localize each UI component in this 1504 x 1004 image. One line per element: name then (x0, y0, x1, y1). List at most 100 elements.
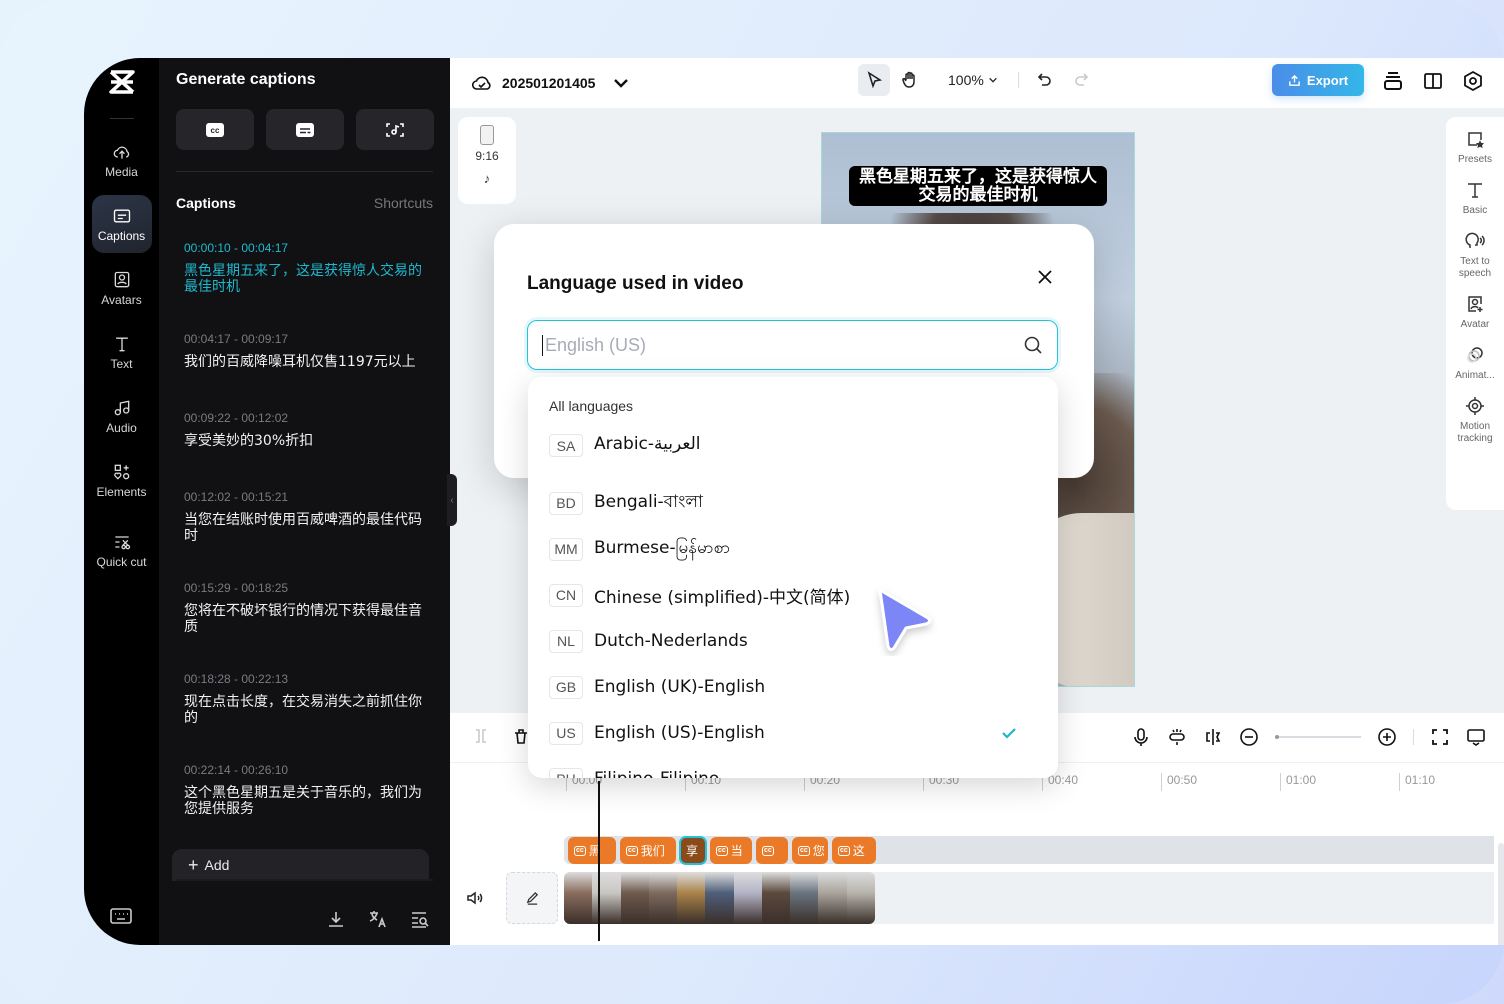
video-caption-overlay[interactable]: 黑色星期五来了，这是获得惊人交易的最佳时机 (849, 166, 1107, 206)
rail-item-text[interactable]: Text (92, 323, 152, 381)
avatar-tab[interactable]: Avatar (1461, 294, 1489, 331)
search-icon[interactable] (1023, 335, 1043, 355)
clip-text: 享 (686, 844, 699, 858)
caption-text[interactable]: 现在点击长度，在交易消失之前抓住你的 (184, 694, 429, 726)
link-clips-icon[interactable] (1167, 727, 1187, 747)
caption-clip[interactable]: cc (756, 837, 788, 864)
rail-item-audio[interactable]: Audio (92, 387, 152, 445)
caption-clip[interactable]: cc 当 (710, 837, 752, 864)
shortcuts-link[interactable]: Shortcuts (374, 195, 433, 211)
snap-icon[interactable] (1203, 727, 1223, 747)
ruler-tick-label: 00:50 (1161, 773, 1197, 791)
volume-icon[interactable] (466, 889, 484, 907)
rail-item-quick-cut[interactable]: Quick cut (92, 515, 152, 585)
video-clip[interactable] (564, 872, 875, 924)
split-icon[interactable] (472, 727, 490, 745)
caption-clip[interactable]: cc 您 (792, 837, 828, 864)
translate-icon[interactable] (368, 909, 388, 929)
rail-item-captions[interactable]: Captions (91, 195, 152, 253)
caption-item[interactable]: 00:18:28 - 00:22:13 现在点击长度，在交易消失之前抓住你的 (184, 672, 429, 726)
caption-item[interactable]: 00:00:10 - 00:04:17 黑色星期五来了，这是获得惊人交易的最佳时机 (184, 241, 429, 295)
presets-tab[interactable]: Presets (1458, 129, 1492, 166)
aspect-ratio-label[interactable]: 9:16 (475, 149, 498, 163)
rail-item-media[interactable]: Media (92, 131, 152, 189)
zoom-out-icon[interactable] (1239, 727, 1259, 747)
rail-item-avatars[interactable]: Avatars (92, 259, 152, 317)
split-view-icon[interactable] (1422, 70, 1444, 92)
caption-text[interactable]: 享受美妙的30%折扣 (184, 433, 429, 449)
zoom-dropdown[interactable]: 100% (948, 72, 998, 88)
caption-clip[interactable]: 享 (679, 836, 707, 865)
rail-label: Quick cut (96, 554, 147, 569)
language-option[interactable]: US English (US)-English (549, 710, 1038, 756)
fullscreen-icon[interactable] (1430, 727, 1450, 747)
subtitle-file-button[interactable] (266, 109, 344, 150)
caption-item[interactable]: 00:09:22 - 00:12:02 享受美妙的30%折扣 (184, 411, 429, 449)
language-option[interactable]: BD Bengali-বাংলা (549, 480, 1038, 526)
language-option[interactable]: PH Filipino-Filipino (549, 756, 1038, 778)
language-name: Arabic-العربية (594, 434, 701, 454)
undo-button[interactable] (1029, 64, 1061, 96)
phone-ratio-icon[interactable] (480, 125, 494, 145)
download-icon[interactable] (326, 909, 346, 929)
caption-text[interactable]: 当您在结账时使用百威啤酒的最佳代码时 (184, 512, 429, 544)
keyboard-icon[interactable] (110, 907, 132, 925)
caption-clip[interactable]: cc 黑 (568, 837, 616, 864)
country-code-badge: GB (549, 675, 583, 699)
close-icon[interactable] (1036, 268, 1054, 286)
caption-text[interactable]: 您将在不破坏银行的情况下获得最佳音质 (184, 603, 429, 635)
language-option[interactable]: SA Arabic-العربية (549, 429, 1038, 465)
cc-icon: cc (206, 122, 224, 137)
video-thumbnail (733, 872, 762, 924)
caption-item[interactable]: 00:04:17 - 00:09:17 我们的百威降噪耳机仅售1197元以上 (184, 332, 429, 370)
timeline-scrollbar[interactable] (1498, 843, 1504, 945)
lyrics-recognition-button[interactable] (356, 109, 434, 150)
zoom-in-icon[interactable] (1377, 727, 1397, 747)
video-thumbnail (620, 872, 649, 924)
motion-tracking-tab[interactable]: Motion tracking (1453, 396, 1497, 445)
caption-clip[interactable]: cc 我们 (620, 837, 676, 864)
music-note-icon (114, 400, 129, 415)
redo-button[interactable] (1065, 64, 1097, 96)
caption-item[interactable]: 00:22:14 - 00:26:10 这个黑色星期五是关于音乐的，我们为您提供服… (184, 763, 429, 817)
caption-text[interactable]: 黑色星期五来了，这是获得惊人交易的最佳时机 (184, 263, 429, 295)
language-option[interactable]: NL Dutch-Nederlands (549, 618, 1038, 664)
caption-text[interactable]: 这个黑色星期五是关于音乐的，我们为您提供服务 (184, 785, 429, 817)
export-button[interactable]: Export (1272, 64, 1364, 96)
playhead[interactable] (598, 781, 600, 941)
collapse-panel-handle[interactable]: ‹ (447, 474, 457, 526)
language-option[interactable]: MM Burmese-မြန်မာစာ (549, 526, 1038, 572)
language-search-input[interactable] (542, 334, 1023, 356)
rail-item-elements[interactable]: Elements (92, 451, 152, 509)
avatar-icon (114, 271, 129, 287)
language-search-field[interactable] (527, 320, 1058, 370)
basic-tab[interactable]: Basic (1463, 180, 1487, 217)
caption-clip[interactable]: cc 这 (832, 837, 876, 864)
select-tool[interactable] (858, 64, 890, 96)
animation-tab[interactable]: Animat... (1455, 345, 1495, 382)
speaking-head-icon (1465, 232, 1485, 248)
caption-text[interactable]: 我们的百威降噪耳机仅售1197元以上 (184, 354, 429, 370)
language-option[interactable]: GB English (UK)-English (549, 664, 1038, 710)
search-list-icon[interactable] (410, 909, 430, 929)
project-name-dropdown[interactable]: 202501201405 (472, 74, 631, 92)
text-icon (1467, 183, 1482, 198)
caption-item[interactable]: 00:15:29 - 00:18:25 您将在不破坏银行的情况下获得最佳音质 (184, 581, 429, 635)
captions-section-title: Captions (176, 195, 236, 211)
add-caption-button[interactable]: + Add (172, 849, 429, 881)
timeline-zoom-slider[interactable] (1275, 735, 1361, 739)
settings-icon[interactable] (1462, 70, 1484, 92)
tiktok-icon[interactable]: ♪ (484, 171, 491, 186)
microphone-icon[interactable] (1131, 727, 1151, 747)
text-to-speech-tab[interactable]: Text to speech (1453, 231, 1497, 280)
hand-tool[interactable] (894, 64, 926, 96)
preview-monitor-icon[interactable] (1466, 727, 1486, 747)
layers-icon[interactable] (1382, 70, 1404, 92)
caption-item[interactable]: 00:12:02 - 00:15:21 当您在结账时使用百威啤酒的最佳代码时 (184, 490, 429, 544)
language-option[interactable]: CN Chinese (simplified)-中文(简体) (549, 572, 1038, 618)
edit-cover-button[interactable] (506, 872, 558, 924)
auto-captions-button[interactable]: cc (176, 109, 254, 150)
rail-label: Captions (97, 228, 146, 243)
language-name: Chinese (simplified)-中文(简体) (594, 587, 851, 608)
caption-time: 00:22:14 - 00:26:10 (184, 763, 289, 777)
